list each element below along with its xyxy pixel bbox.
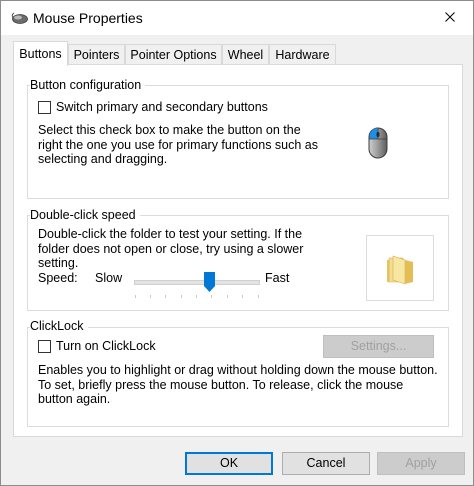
clicklock-description: Enables you to highlight or drag without… [38,363,438,407]
double-click-desc-line-1: Double-click the folder to test your set… [38,227,303,241]
tab-pointers[interactable]: Pointers [68,44,125,64]
slider-thumb[interactable] [203,272,215,292]
test-folder[interactable] [366,235,434,301]
slider-tick [181,295,182,298]
switch-buttons-label[interactable]: Switch primary and secondary buttons [56,100,268,114]
slider-tick [196,295,197,298]
buttons-tab-panel: Button configuration Switch primary and … [13,64,463,437]
double-click-description: Double-click the folder to test your set… [38,227,303,271]
double-click-desc-line-3: setting. [38,256,79,270]
speed-label: Speed: [38,271,78,285]
double-click-desc-line-2: folder does not open or close, try using… [38,241,304,256]
tab-pointer-options[interactable]: Pointer Options [125,44,222,64]
clicklock-label[interactable]: Turn on ClickLock [56,339,156,353]
slider-tick [211,295,212,298]
tab-wheel[interactable]: Wheel [222,44,269,64]
apply-button[interactable]: Apply [377,452,465,475]
window-title: Mouse Properties [33,10,143,26]
slider-tick [242,295,243,298]
clicklock-checkbox[interactable] [38,340,51,353]
ok-button[interactable]: OK [185,452,273,475]
double-click-speed-legend: Double-click speed [30,208,140,222]
slider-tick [227,295,228,298]
slow-label: Slow [95,271,123,285]
button-configuration-description: Select this check box to make the button… [38,123,318,167]
tab-buttons[interactable]: Buttons [13,41,68,66]
mouse-app-icon [11,11,28,25]
close-button[interactable] [427,1,473,33]
button-config-desc-line-3: selecting and dragging. [38,152,168,166]
clicklock-desc-line-3: button again. [38,392,111,406]
slider-tick [135,295,136,298]
title-bar[interactable]: Mouse Properties [1,1,473,35]
mouse-properties-window: Mouse Properties Buttons Pointers Pointe… [0,0,474,486]
close-icon [445,12,455,22]
slider-tick [150,295,151,298]
cancel-button[interactable]: Cancel [282,452,370,475]
tab-hardware[interactable]: Hardware [269,44,336,64]
button-configuration-legend: Button configuration [30,78,146,92]
switch-buttons-checkbox[interactable] [38,101,51,114]
button-config-desc-line-1: Select this check box to make the button… [38,123,301,137]
folder-icon [387,255,413,285]
button-config-desc-line-2: right the one you use for primary functi… [38,137,319,152]
clicklock-desc-line-1: Enables you to highlight or drag without… [38,363,438,377]
clicklock-settings-button[interactable]: Settings... [323,335,434,358]
double-click-speed-slider[interactable] [134,272,260,292]
slider-tick [258,295,259,298]
tab-strip: Buttons Pointers Pointer Options Wheel H… [13,41,463,66]
fast-label: Fast [265,271,290,285]
slider-tick [165,295,166,298]
clicklock-desc-line-2: To set, briefly press the mouse button. … [38,377,404,392]
clicklock-legend: ClickLock [30,319,88,333]
mouse-icon [368,127,388,162]
